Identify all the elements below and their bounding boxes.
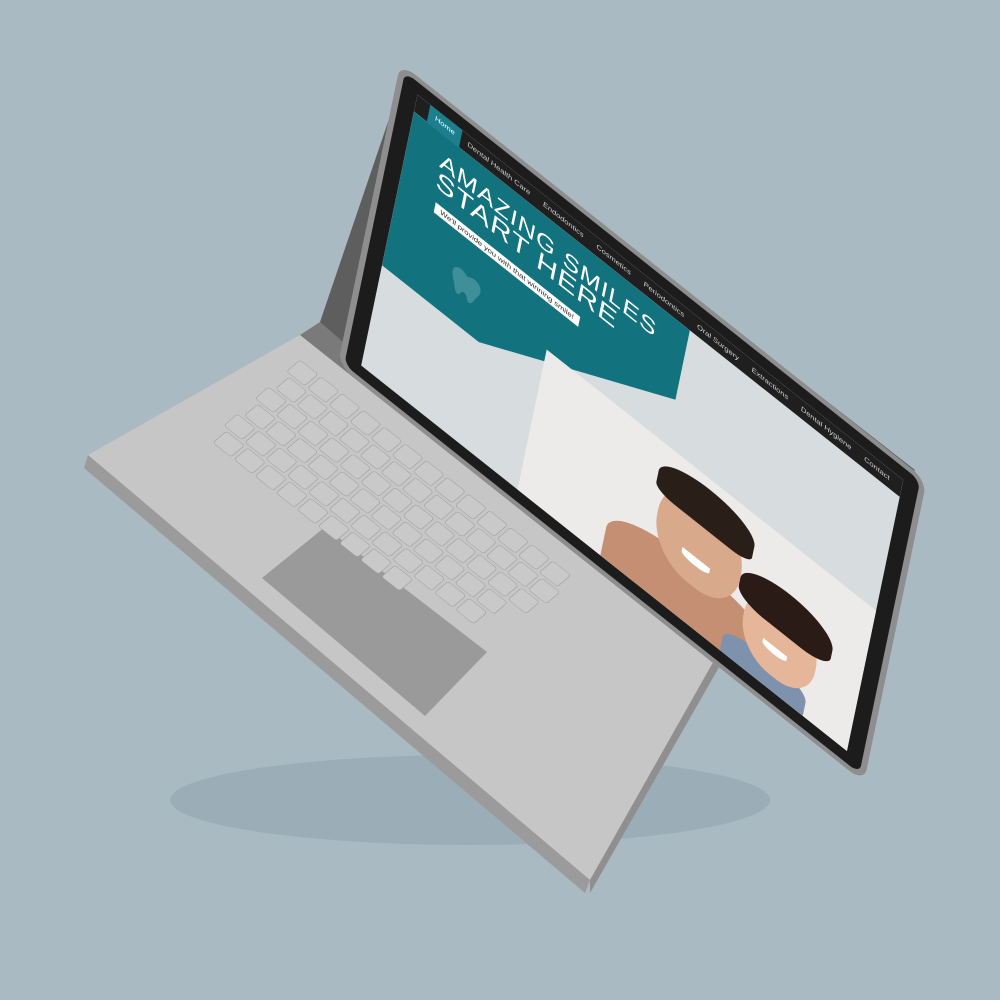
- scene: Home Dental Health Care Endodontics Cosm…: [0, 0, 1000, 1000]
